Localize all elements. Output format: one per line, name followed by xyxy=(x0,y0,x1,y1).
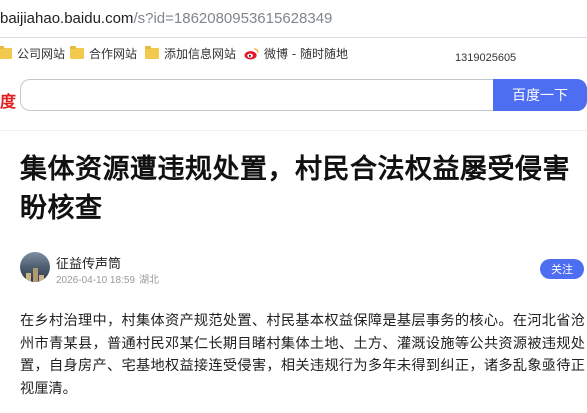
folder-icon xyxy=(0,45,12,59)
bookmark-weibo[interactable]: 微博 - 随时随地 xyxy=(244,45,348,61)
bookmark-partner-site[interactable]: 合作网站 xyxy=(70,45,137,61)
avatar-building xyxy=(26,273,31,282)
avatar-building xyxy=(33,268,38,282)
folder-icon xyxy=(70,45,84,59)
bookmark-company-site[interactable]: 公司网站 xyxy=(0,45,65,61)
follow-button[interactable]: 关注 xyxy=(540,259,584,279)
article-title: 集体资源遭违规处置，村民合法权益屡受侵害盼核查 xyxy=(20,154,570,224)
search-strip: 度 百度一下 xyxy=(0,68,587,130)
side-number: 1319025605 xyxy=(455,52,517,64)
publish-location: 湖北 xyxy=(138,275,159,286)
author-name[interactable]: 征益传声筒 xyxy=(56,253,121,272)
search-button[interactable]: 百度一下 xyxy=(493,79,587,111)
author-bar: 征益传声筒 2026-04-10 18:59 湖北 关注 xyxy=(20,252,587,286)
baidu-logo-fragment[interactable]: 度 xyxy=(0,88,16,112)
address-bar[interactable]: baijiahao.baidu.com/s?id=186208095361562… xyxy=(0,0,587,38)
publish-date: 2026-04-10 18:59 xyxy=(56,275,135,286)
search-input[interactable] xyxy=(20,79,495,111)
bookmark-add-info-site[interactable]: 添加信息网站 xyxy=(145,45,236,61)
avatar-building xyxy=(39,275,44,282)
author-meta: 2026-04-10 18:59 湖北 xyxy=(56,271,159,286)
header-divider xyxy=(0,130,587,131)
avatar[interactable] xyxy=(20,252,50,282)
folder-icon xyxy=(145,45,159,59)
url-text[interactable]: baijiahao.baidu.com/s?id=186208095361562… xyxy=(0,10,332,27)
article-body: 在乡村治理中，村集体资产规范处置、村民基本权益保障是基层事务的核心。在河北省沧州… xyxy=(20,313,585,397)
weibo-icon xyxy=(244,47,259,60)
